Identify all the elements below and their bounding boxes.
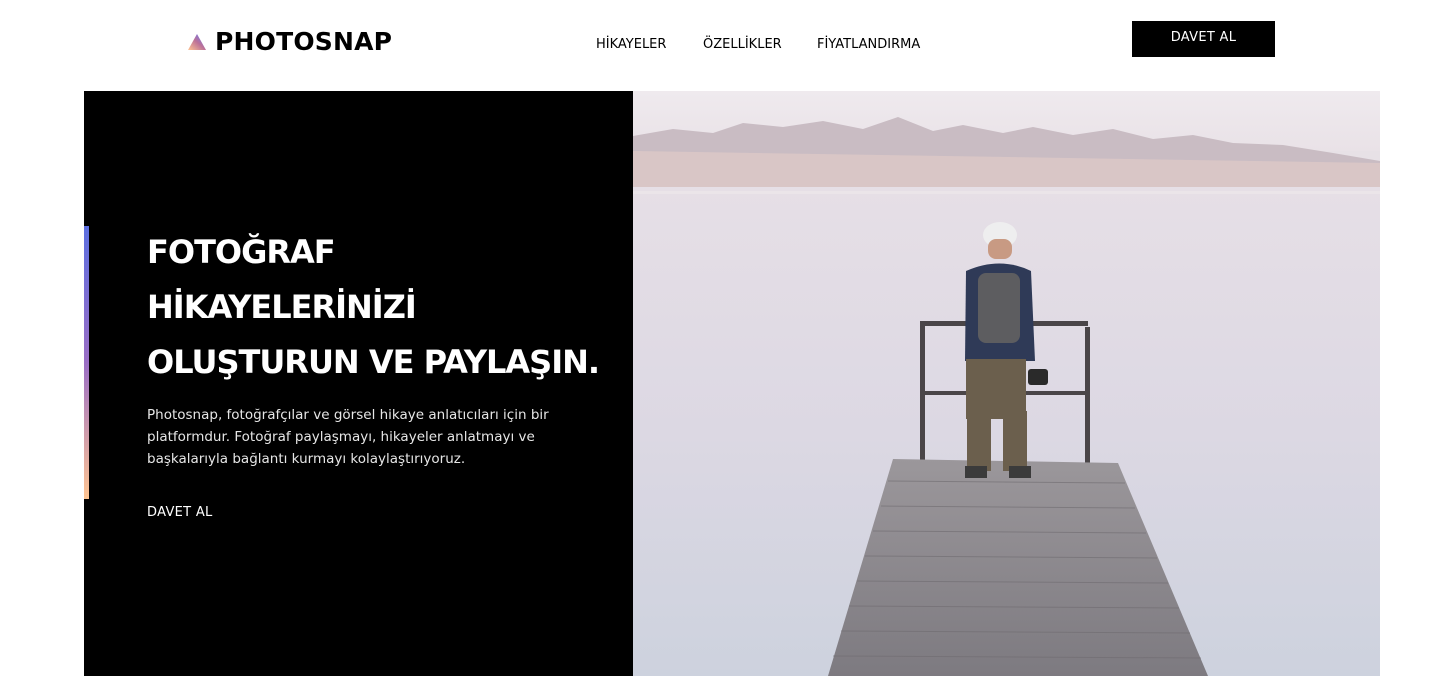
nav-link-pricing[interactable]: FİYATLANDIRMA bbox=[817, 36, 920, 54]
site-header: PHOTOSNAP HİKAYELER ÖZELLİKLER FİYATLAND… bbox=[0, 0, 1455, 91]
man-with-camera-on-pier-photo bbox=[633, 91, 1380, 676]
hero-panel: FOTOĞRAF HİKAYELERİNİZİ OLUŞTURUN VE PAY… bbox=[84, 91, 633, 676]
triangle-gradient-icon bbox=[188, 34, 206, 50]
nav-link-features[interactable]: ÖZELLİKLER bbox=[703, 36, 782, 54]
nav-link-stories[interactable]: HİKAYELER bbox=[596, 36, 666, 54]
get-invite-button[interactable]: DAVET AL bbox=[1132, 21, 1275, 57]
hero-description-line: başkalarıyla bağlantı kurmayı kolaylaştı… bbox=[147, 451, 466, 467]
hero-title-line: OLUŞTURUN VE PAYLAŞIN. bbox=[147, 343, 600, 381]
accent-gradient-bar bbox=[84, 226, 89, 499]
logo[interactable]: PHOTOSNAP bbox=[188, 26, 392, 58]
hero-description-line: platformdur. Fotoğraf paylaşmayı, hikaye… bbox=[147, 429, 535, 445]
hero-get-invite-link[interactable]: DAVET AL bbox=[147, 503, 213, 523]
hero-title: FOTOĞRAF HİKAYELERİNİZİ OLUŞTURUN VE PAY… bbox=[147, 225, 607, 390]
hero-title-line: HİKAYELERİNİZİ bbox=[147, 288, 417, 326]
hero-description-line: Photosnap, fotoğrafçılar ve görsel hikay… bbox=[147, 407, 549, 423]
hero-photo-illustration bbox=[633, 91, 1380, 676]
logo-text: PHOTOSNAP bbox=[215, 27, 393, 56]
hero-title-line: FOTOĞRAF bbox=[147, 233, 336, 271]
hero-description: Photosnap, fotoğrafçılar ve görsel hikay… bbox=[147, 404, 567, 470]
